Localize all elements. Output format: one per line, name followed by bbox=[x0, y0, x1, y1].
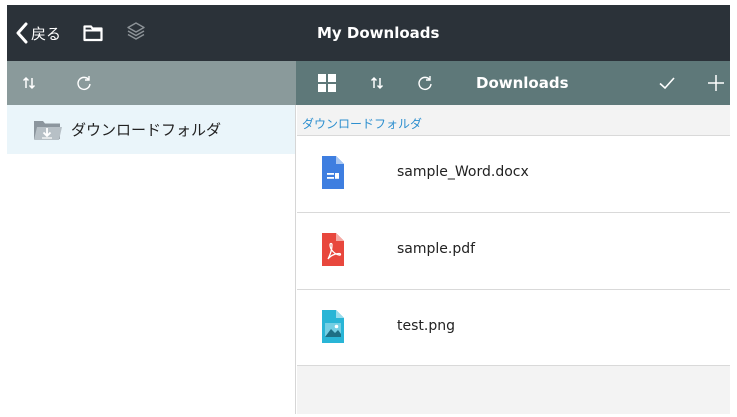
file-name: sample.pdf bbox=[397, 241, 476, 257]
add-button[interactable] bbox=[704, 71, 728, 95]
sidebar-toolbar bbox=[7, 61, 296, 105]
file-row-pdf[interactable]: sample.pdf bbox=[297, 212, 730, 289]
refresh-icon bbox=[418, 76, 432, 90]
breadcrumb[interactable]: ダウンロードフォルダ bbox=[302, 115, 422, 132]
image-file-icon bbox=[322, 310, 344, 343]
back-button[interactable]: 戻る bbox=[15, 21, 61, 45]
sidebar-item-label: ダウンロードフォルダ bbox=[71, 121, 222, 139]
folder-title: Downloads bbox=[476, 74, 569, 92]
chevron-left-icon bbox=[16, 22, 28, 44]
sidebar-item-download-folder[interactable]: ダウンロードフォルダ bbox=[7, 105, 295, 154]
sidebar-refresh-button[interactable] bbox=[73, 72, 95, 94]
main-sort-button[interactable] bbox=[367, 73, 387, 93]
pdf-document-icon bbox=[322, 233, 344, 266]
file-name: test.png bbox=[397, 318, 455, 334]
grid-view-button[interactable] bbox=[316, 72, 338, 94]
main-toolbar: Downloads bbox=[296, 61, 730, 105]
file-row-png[interactable]: test.png bbox=[297, 289, 730, 366]
sort-icon bbox=[22, 76, 36, 90]
sidebar: ダウンロードフォルダ bbox=[7, 105, 296, 414]
folder-icon[interactable] bbox=[83, 24, 103, 42]
plus-icon bbox=[708, 75, 724, 91]
main-refresh-button[interactable] bbox=[414, 72, 436, 94]
file-list: sample_Word.docx sample.pdf test.png bbox=[297, 135, 730, 366]
sidebar-sort-button[interactable] bbox=[19, 73, 39, 93]
back-label: 戻る bbox=[31, 24, 62, 43]
select-button[interactable] bbox=[656, 72, 678, 94]
grid-view-icon bbox=[318, 74, 336, 92]
word-document-icon bbox=[322, 156, 344, 189]
top-navigation-bar: 戻る My Downloads bbox=[7, 5, 730, 61]
refresh-icon bbox=[77, 76, 91, 90]
app-window: 戻る My Downloads Downloads ダウンロードフォルダ ダウン… bbox=[7, 5, 730, 414]
sort-icon bbox=[370, 76, 384, 90]
app-title: My Downloads bbox=[317, 24, 440, 42]
checkmark-icon bbox=[659, 77, 675, 90]
download-folder-icon bbox=[34, 120, 62, 140]
file-name: sample_Word.docx bbox=[397, 164, 529, 180]
file-browser: ダウンロードフォルダ sample_Word.docx sample.pdf t… bbox=[297, 105, 730, 414]
file-row-word[interactable]: sample_Word.docx bbox=[297, 135, 730, 212]
layers-icon[interactable] bbox=[125, 20, 147, 42]
